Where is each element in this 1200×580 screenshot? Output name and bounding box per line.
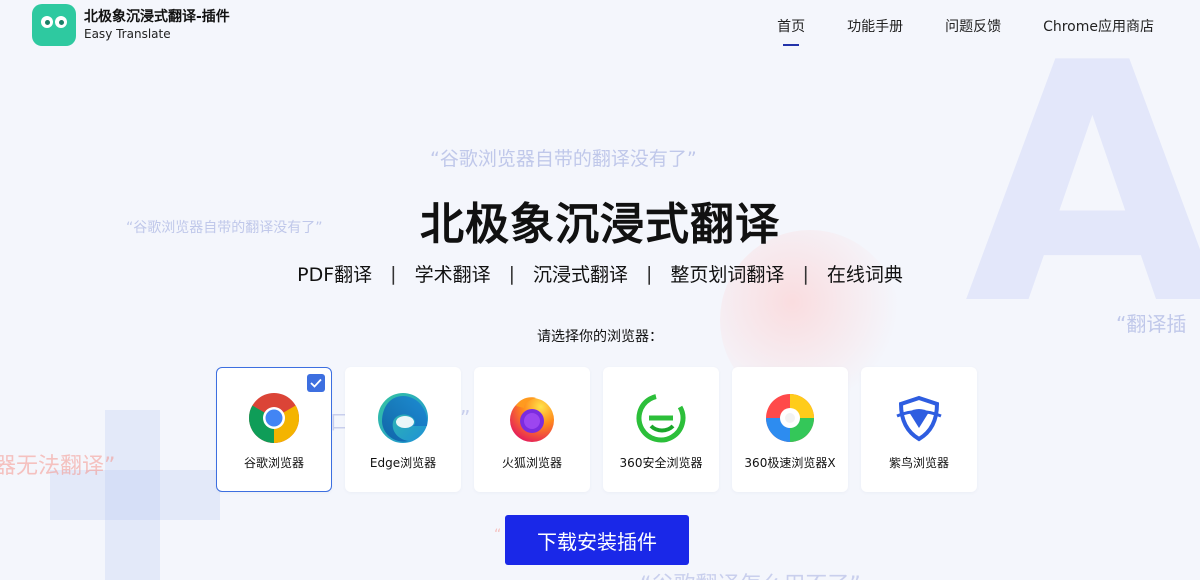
logo-subtitle: Easy Translate (84, 27, 171, 41)
browser-option-ziniao[interactable]: 紫鸟浏览器 (861, 367, 977, 492)
checkmark-icon (307, 374, 325, 392)
feature-list: PDF翻译 | 学术翻译 | 沉浸式翻译 | 整页划词翻译 | 在线词典 (0, 260, 1200, 287)
browser-option-360-safe[interactable]: 360安全浏览器 (603, 367, 719, 492)
background-plus-shape (50, 410, 220, 580)
browser-option-360-speed[interactable]: 360极速浏览器X (732, 367, 848, 492)
edge-icon (378, 393, 428, 443)
browser-name: 360安全浏览器 (619, 456, 703, 470)
background-quote: “ (494, 527, 502, 543)
elephant-logo-icon (32, 4, 76, 46)
browser-name: 紫鸟浏览器 (888, 456, 949, 470)
browser-option-edge[interactable]: Edge浏览器 (345, 367, 461, 492)
firefox-icon (510, 397, 554, 442)
site-header: 北极象沉浸式翻译-插件 Easy Translate 首页 功能手册 问题反馈 … (0, 0, 1200, 52)
feature-separator: | (508, 262, 515, 285)
feature-item: PDF翻译 (297, 264, 373, 286)
feature-item: 整页划词翻译 (670, 264, 785, 286)
nav-feedback[interactable]: 问题反馈 (945, 16, 1001, 36)
feature-item: 沉浸式翻译 (533, 264, 629, 286)
browser-select-label: 请选择你的浏览器： (537, 329, 663, 345)
logo[interactable]: 北极象沉浸式翻译-插件 Easy Translate (32, 4, 230, 46)
background-quote: “谷歌翻译怎么用不了” (640, 567, 861, 580)
ziniao-icon (896, 395, 942, 442)
main-nav: 首页 功能手册 问题反馈 Chrome应用商店 (777, 16, 1154, 36)
360-safe-icon (636, 393, 686, 443)
hero-title: 北极象沉浸式翻译 (420, 199, 780, 250)
browser-option-firefox[interactable]: 火狐浏览器 (474, 367, 590, 492)
browser-options: 谷歌浏览器 Edge浏览器 火狐浏览器 360安全浏览器 360极速浏览器X 紫… (216, 367, 977, 492)
browser-name: 360极速浏览器X (744, 456, 836, 470)
browser-name: Edge浏览器 (369, 456, 437, 470)
nav-manual[interactable]: 功能手册 (847, 16, 903, 36)
background-quote: “谷歌浏览器自带的翻译没有了” (430, 148, 697, 170)
feature-item: 在线词典 (826, 264, 903, 286)
browser-option-chrome[interactable]: 谷歌浏览器 (216, 367, 332, 492)
logo-title: 北极象沉浸式翻译-插件 (84, 9, 230, 25)
background-decor: A “谷歌浏览器自带的翻译没有了” “谷歌浏览器自带的翻译没有了” “翻译插 器… (0, 0, 1200, 580)
nav-home[interactable]: 首页 (777, 16, 805, 36)
chrome-icon (249, 393, 299, 443)
background-letter: A (964, 0, 1200, 377)
download-install-button[interactable]: 下载安装插件 (505, 515, 689, 565)
feature-separator: | (802, 262, 809, 285)
feature-separator: | (646, 262, 653, 285)
browser-name: 谷歌浏览器 (243, 456, 304, 470)
nav-chrome-store[interactable]: Chrome应用商店 (1043, 16, 1154, 36)
feature-item: 学术翻译 (414, 264, 491, 286)
feature-separator: | (390, 262, 397, 285)
360-speed-icon (766, 394, 814, 442)
background-quote: 器无法翻译” (0, 454, 116, 479)
browser-name: 火狐浏览器 (501, 456, 562, 470)
